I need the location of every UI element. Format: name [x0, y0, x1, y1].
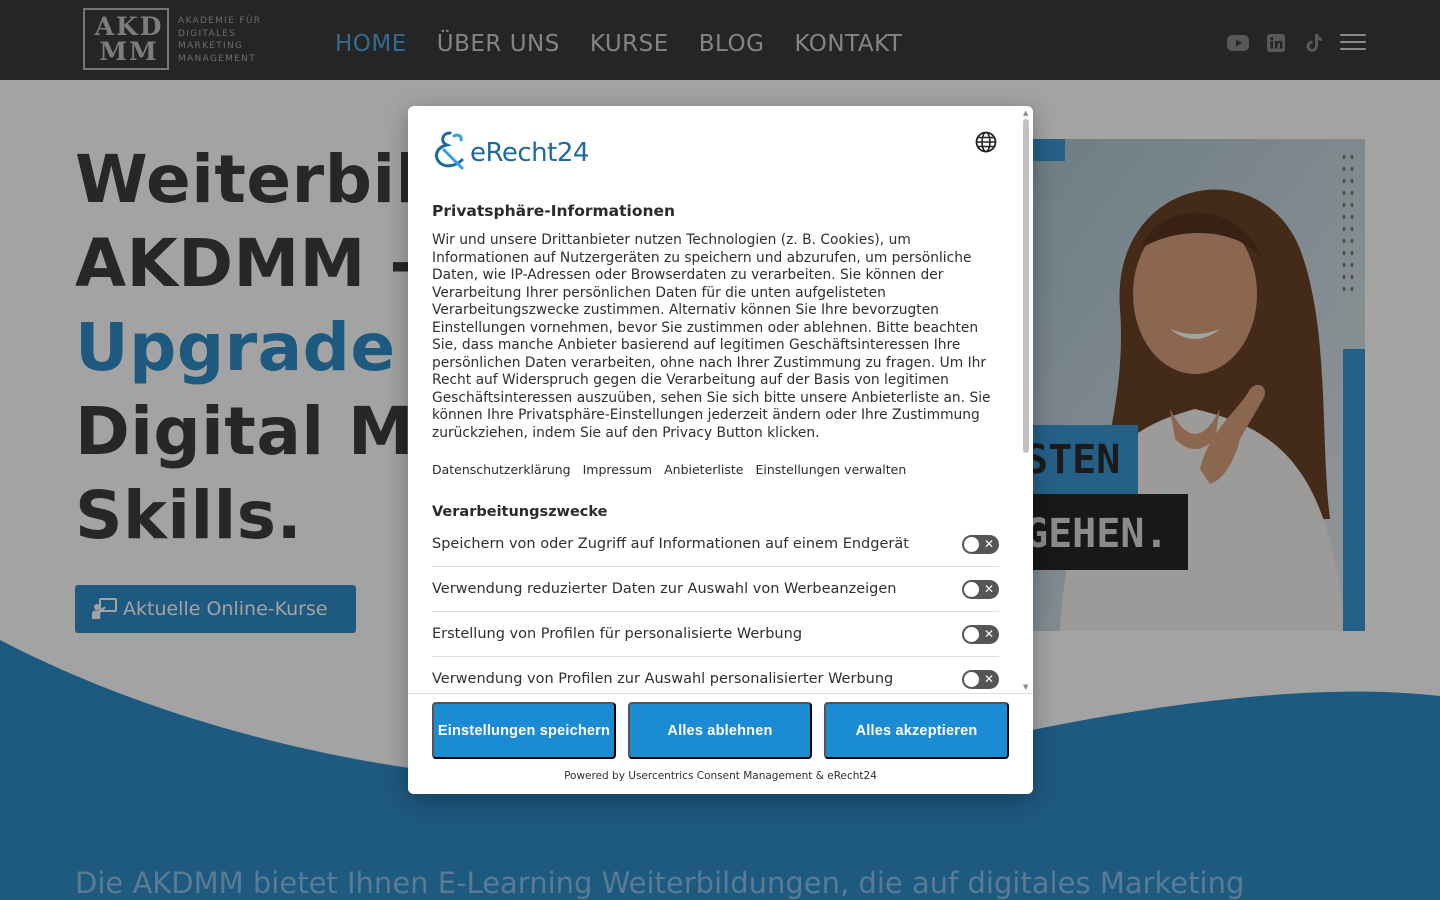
- toggle-off-icon: ✕: [983, 581, 994, 596]
- toggle-knob: [964, 626, 979, 642]
- save-settings-button[interactable]: Einstellungen speichern: [432, 702, 616, 759]
- consent-footer: Einstellungen speichern Alles ablehnen A…: [408, 693, 1033, 794]
- toggle-knob: [964, 581, 979, 597]
- consent-links: Datenschutzerklärung Impressum Anbieterl…: [432, 462, 918, 477]
- toggle-knob: [964, 536, 979, 552]
- toggle-off-icon: ✕: [983, 671, 994, 686]
- purpose-toggle[interactable]: ✕: [962, 624, 999, 644]
- scroll-down-arrow-icon[interactable]: ▼: [1023, 684, 1029, 691]
- purpose-label: Verwendung von Profilen zur Auswahl pers…: [432, 671, 894, 687]
- purpose-row: Erstellung von Profilen für personalisie…: [432, 612, 999, 657]
- purpose-label: Speichern von oder Zugriff auf Informati…: [432, 536, 909, 552]
- purpose-row: Verwendung von Profilen zur Auswahl pers…: [432, 657, 999, 693]
- scroll-up-arrow-icon[interactable]: ▲: [1023, 110, 1029, 117]
- link-einstellungen-verwalten[interactable]: Einstellungen verwalten: [755, 462, 906, 477]
- deny-all-button[interactable]: Alles ablehnen: [628, 702, 812, 759]
- erecht24-logo: eRecht24: [432, 130, 589, 172]
- powered-by-text: Powered by Usercentrics Consent Manageme…: [564, 770, 877, 782]
- consent-heading: Privatsphäre-Informationen: [432, 202, 676, 220]
- purpose-label: Verwendung reduzierter Daten zur Auswahl…: [432, 581, 897, 597]
- purpose-toggle[interactable]: ✕: [962, 579, 999, 599]
- purpose-row: Speichern von oder Zugriff auf Informati…: [432, 522, 999, 567]
- consent-scrollbar-thumb[interactable]: [1023, 119, 1029, 453]
- language-globe-icon[interactable]: [975, 131, 999, 155]
- purposes-list: Speichern von oder Zugriff auf Informati…: [432, 522, 999, 693]
- purpose-row: Verwendung reduzierter Daten zur Auswahl…: [432, 567, 999, 612]
- consent-scroll-area[interactable]: eRecht24 Privatsphäre-Informationen Wir …: [408, 106, 1033, 693]
- purpose-toggle[interactable]: ✕: [962, 669, 999, 689]
- accept-all-button[interactable]: Alles akzeptieren: [824, 702, 1009, 759]
- link-impressum[interactable]: Impressum: [583, 462, 652, 477]
- link-datenschutzerklaerung[interactable]: Datenschutzerklärung: [432, 462, 571, 477]
- consent-dialog: eRecht24 Privatsphäre-Informationen Wir …: [408, 106, 1033, 794]
- toggle-knob: [964, 671, 979, 687]
- link-anbieterliste[interactable]: Anbieterliste: [664, 462, 743, 477]
- purposes-heading: Verarbeitungszwecke: [432, 504, 608, 520]
- erecht24-mark-icon: [435, 131, 464, 170]
- purpose-label: Erstellung von Profilen für personalisie…: [432, 626, 803, 642]
- consent-body-text: Wir und unsere Drittanbieter nutzen Tech…: [432, 232, 991, 441]
- toggle-off-icon: ✕: [983, 626, 994, 641]
- purpose-toggle[interactable]: ✕: [962, 534, 999, 554]
- erecht24-wordmark: eRecht24: [470, 138, 589, 168]
- toggle-off-icon: ✕: [983, 536, 994, 551]
